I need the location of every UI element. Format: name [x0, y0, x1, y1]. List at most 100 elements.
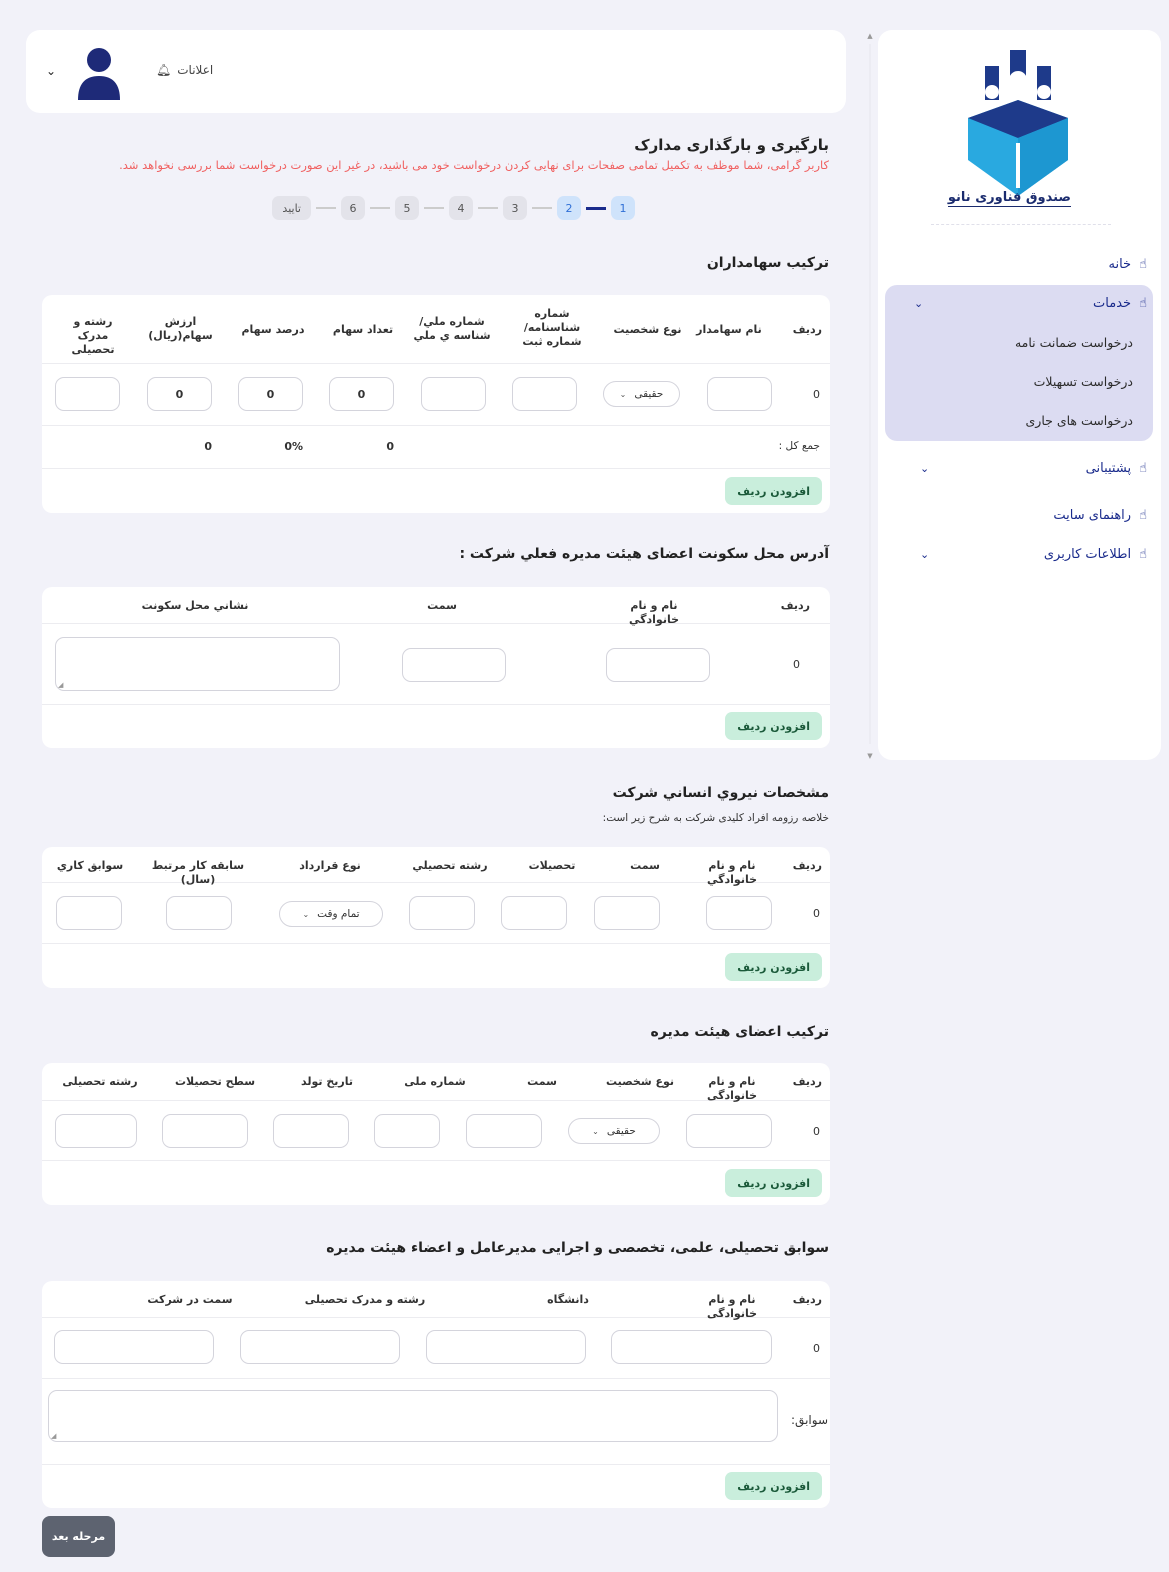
person-type-select[interactable]: حقیقی ⌄ — [603, 381, 680, 407]
col-header: شماره شناسنامه/ شماره ثبت — [522, 307, 582, 348]
share-count-input[interactable]: 0 — [329, 377, 394, 411]
sidebar-item-guide[interactable]: ☝ راهنمای سایت — [892, 500, 1147, 530]
full-name-input[interactable] — [706, 896, 772, 930]
step-confirm[interactable]: تایید — [272, 196, 311, 220]
step-3[interactable]: 3 — [503, 196, 527, 220]
table-row: 0 ◢ — [42, 624, 830, 705]
contract-type-select[interactable]: تمام وقت ⌄ — [279, 901, 383, 927]
hand-icon: ☝ — [1139, 546, 1147, 562]
registration-number-input[interactable] — [512, 377, 577, 411]
add-row-button[interactable]: افزودن ردیف — [725, 477, 822, 505]
add-row-button[interactable]: افزودن ردیف — [725, 953, 822, 981]
sidebar-item-label: خدمات — [1093, 295, 1132, 311]
person-type-select[interactable]: حقیقی ⌄ — [568, 1118, 660, 1144]
shareholder-name-input[interactable] — [707, 377, 772, 411]
chevron-down-icon[interactable]: ⌄ — [46, 64, 56, 78]
step-4[interactable]: 4 — [449, 196, 473, 220]
education-input[interactable] — [55, 377, 120, 411]
resize-handle-icon[interactable]: ◢ — [58, 681, 63, 689]
top-header: اعلانات 🔔︎ ⌄ — [26, 30, 846, 113]
col-header: سوابق كاري — [56, 859, 124, 872]
col-header: ردیف — [792, 1293, 822, 1306]
sidebar-subitem-current[interactable]: درخواست های جاری — [1026, 413, 1134, 428]
step-5[interactable]: 5 — [395, 196, 419, 220]
hand-icon: ☝ — [1139, 460, 1147, 476]
workforce-table: رديف نام و نام خانوادگي سمت تحصيلات رشته… — [42, 847, 830, 988]
scroll-down-icon[interactable]: ▼ — [866, 752, 874, 760]
workforce-subtitle: خلاصه رزومه افراد کلیدی شرکت به شرح زیر … — [602, 812, 829, 824]
step-2[interactable]: 2 — [557, 196, 581, 220]
share-value-input[interactable]: 0 — [147, 377, 212, 411]
col-header: نام و نام خانوادگي — [628, 599, 680, 626]
col-header: شماره ملي/ شناسه ي ملي — [413, 315, 491, 342]
share-percent-input[interactable]: 0 — [238, 377, 303, 411]
full-name-input[interactable] — [606, 648, 710, 682]
experience-years-input[interactable] — [166, 896, 232, 930]
col-header: تحصيلات — [528, 859, 576, 872]
avatar[interactable] — [76, 46, 122, 100]
table-header: ردیف نام و نام خانوادگی نوع شخصیت سمت شم… — [42, 1063, 830, 1102]
shareholders-table: ردیف نام سهامدار نوع شخصیت شماره شناسنام… — [42, 295, 830, 513]
sidebar-subitem-facilities[interactable]: درخواست تسهیلات — [1034, 374, 1133, 389]
records-textarea[interactable]: ◢ — [48, 1390, 778, 1442]
sidebar-scrollbar[interactable]: ▲ ▼ — [866, 30, 874, 760]
step-connector — [532, 207, 552, 209]
shareholders-title: ترکیب سهامداران — [706, 255, 829, 271]
position-input[interactable] — [594, 896, 660, 930]
scrollbar-track[interactable] — [869, 44, 871, 744]
residence-address-textarea[interactable]: ◢ — [55, 637, 340, 691]
full-name-input[interactable] — [686, 1114, 772, 1148]
add-row-button[interactable]: افزودن ردیف — [725, 1472, 822, 1500]
add-row-button[interactable]: افزودن ردیف — [725, 1169, 822, 1197]
col-header: ردیف — [792, 323, 822, 336]
degree-input[interactable] — [240, 1330, 400, 1364]
table-header: رديف نام و نام خانوادگي سمت تحصيلات رشته… — [42, 847, 830, 886]
field-of-study-input[interactable] — [409, 896, 475, 930]
col-header: تعداد سهام — [332, 323, 394, 336]
birth-date-input[interactable] — [273, 1114, 349, 1148]
education-input[interactable] — [501, 896, 567, 930]
sidebar-subitem-guarantee[interactable]: درخواست ضمانت نامه — [1015, 335, 1133, 350]
chevron-down-icon: ⌄ — [920, 547, 930, 561]
records-label: سوابق: — [791, 1413, 828, 1427]
col-header: سمت — [427, 599, 457, 612]
next-step-button[interactable]: مرحله بعد — [42, 1516, 115, 1557]
chevron-down-icon: ⌄ — [914, 296, 924, 310]
step-6[interactable]: 6 — [341, 196, 365, 220]
chevron-down-icon: ⌄ — [920, 461, 930, 475]
board-members-title: ترکیب اعضای هیئت مدیره — [650, 1024, 829, 1040]
education-level-input[interactable] — [162, 1114, 248, 1148]
row-number: 0 — [813, 388, 820, 401]
position-input[interactable] — [402, 648, 506, 682]
sidebar-item-support[interactable]: ☝ پشتیبانی ⌄ — [892, 453, 1147, 483]
col-header: رديف — [780, 599, 810, 612]
step-1[interactable]: 1 — [611, 196, 635, 220]
company-position-input[interactable] — [54, 1330, 214, 1364]
board-address-title: آدرس محل سکونت اعضای هیئت مدیره فعلي شرک… — [459, 546, 829, 562]
position-input[interactable] — [466, 1114, 542, 1148]
col-header: درصد سهام — [241, 323, 305, 336]
field-of-study-input[interactable] — [55, 1114, 137, 1148]
full-name-input[interactable] — [611, 1330, 772, 1364]
row-number: 0 — [793, 658, 800, 671]
sidebar-item-user-info[interactable]: ☝ اطلاعات کاربری ⌄ — [892, 539, 1147, 569]
col-header: نوع شخصیت — [605, 1075, 675, 1088]
add-row-button[interactable]: افزودن ردیف — [725, 712, 822, 740]
col-header: نام سهامدار — [696, 323, 762, 336]
sidebar-item-services[interactable]: ☝ خدمات ⌄ — [892, 288, 1147, 318]
university-input[interactable] — [426, 1330, 586, 1364]
sidebar-item-home[interactable]: ☝ خانه — [892, 249, 1147, 279]
table-row: 0 تمام وقت ⌄ — [42, 883, 830, 944]
step-connector — [316, 207, 336, 209]
col-header: رشته تحصيلي — [412, 859, 488, 872]
resize-handle-icon[interactable]: ◢ — [51, 1432, 56, 1440]
notifications-link[interactable]: اعلانات 🔔︎ — [156, 63, 213, 77]
col-header: سمت در شرکت — [147, 1293, 233, 1306]
backgrounds-title: سوابق تحصیلی، علمی، تخصصی و اجرایی مدیرع… — [326, 1240, 829, 1256]
table-row: 0 حقیقی ⌄ 0 0 0 — [42, 364, 830, 426]
scroll-up-icon[interactable]: ▲ — [866, 32, 874, 40]
national-id-input[interactable] — [421, 377, 486, 411]
work-history-input[interactable] — [56, 896, 122, 930]
national-id-input[interactable] — [374, 1114, 440, 1148]
col-header: سمت — [527, 1075, 557, 1088]
